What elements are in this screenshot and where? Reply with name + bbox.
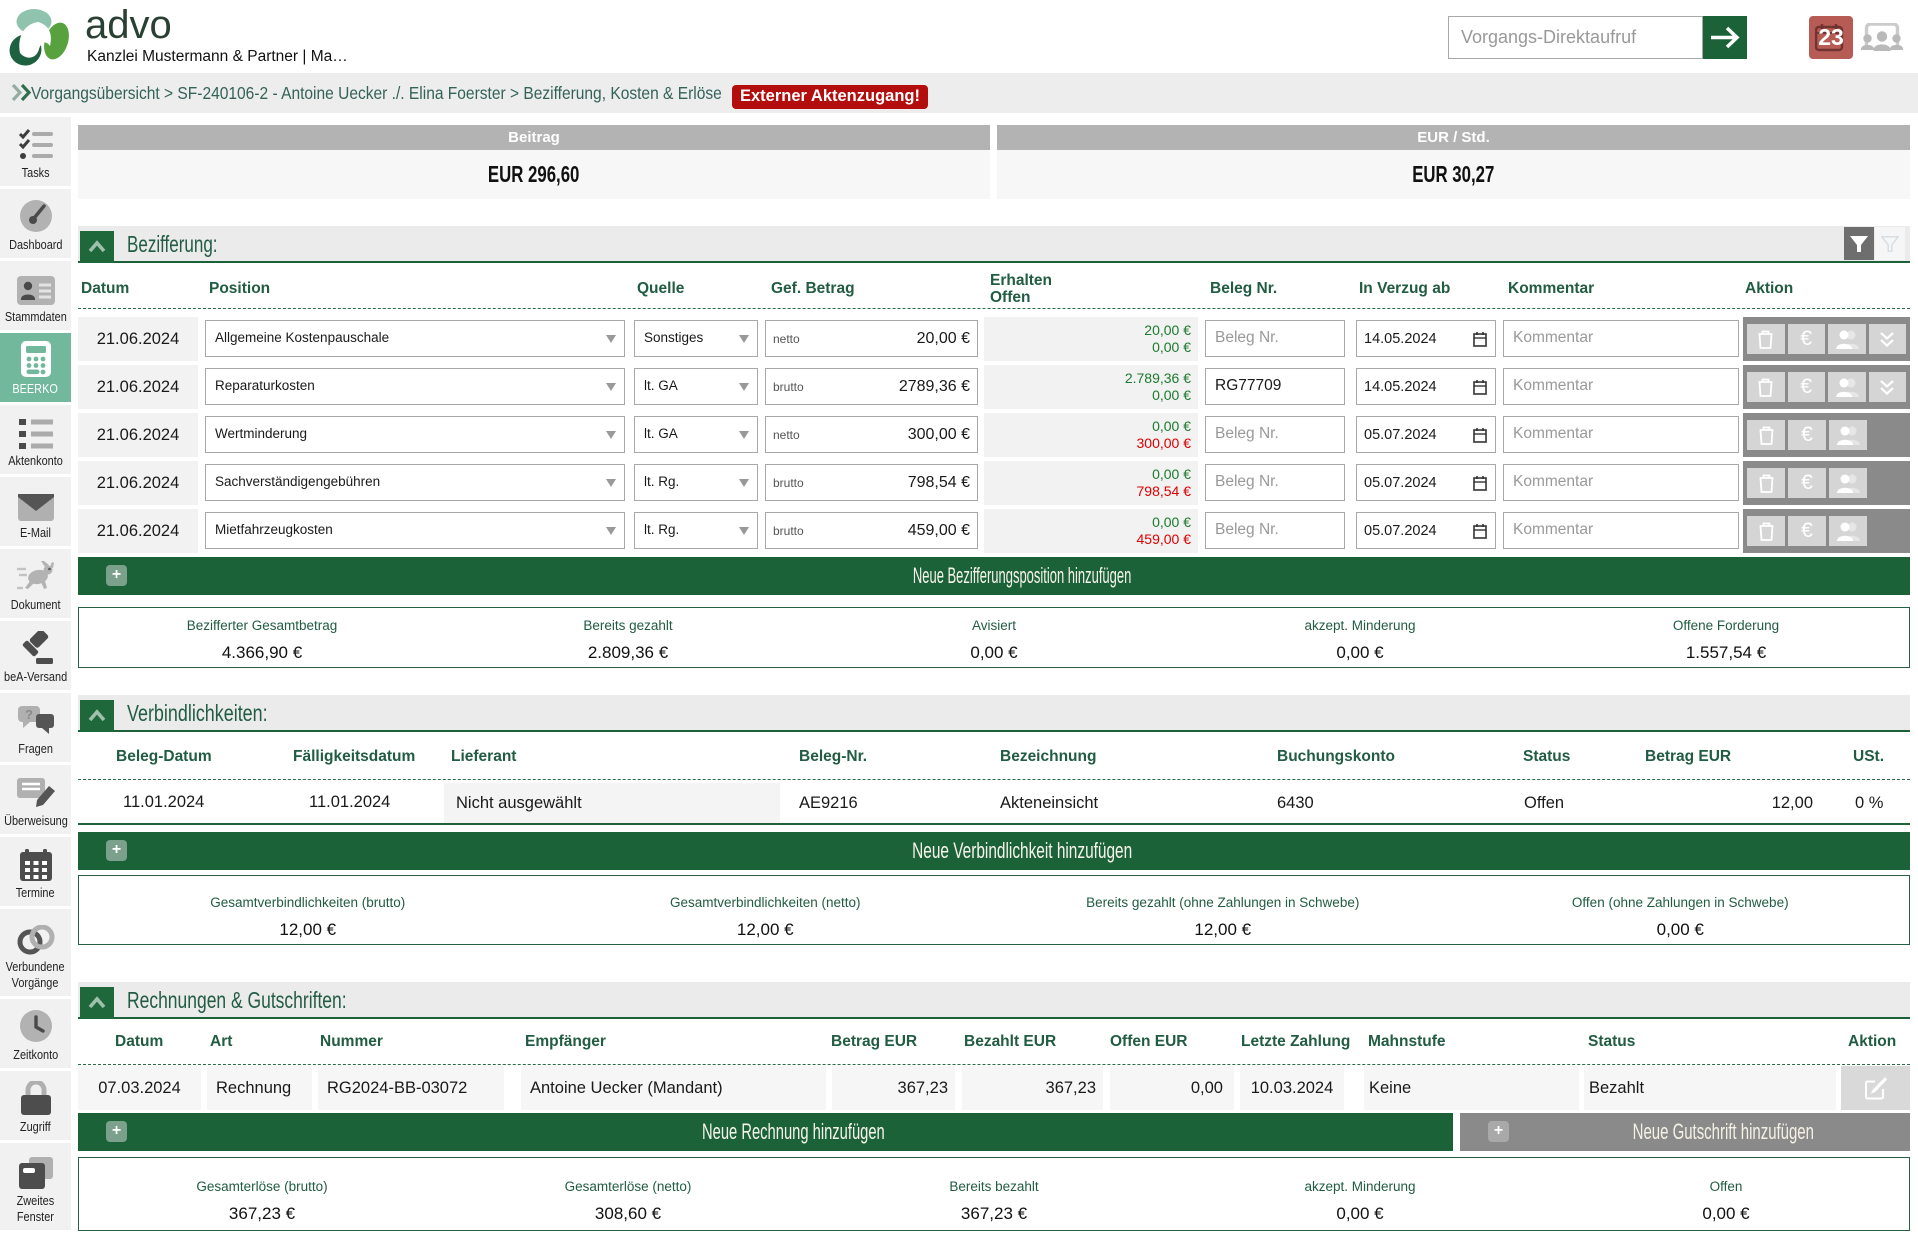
svg-text:?: ? bbox=[25, 707, 33, 722]
